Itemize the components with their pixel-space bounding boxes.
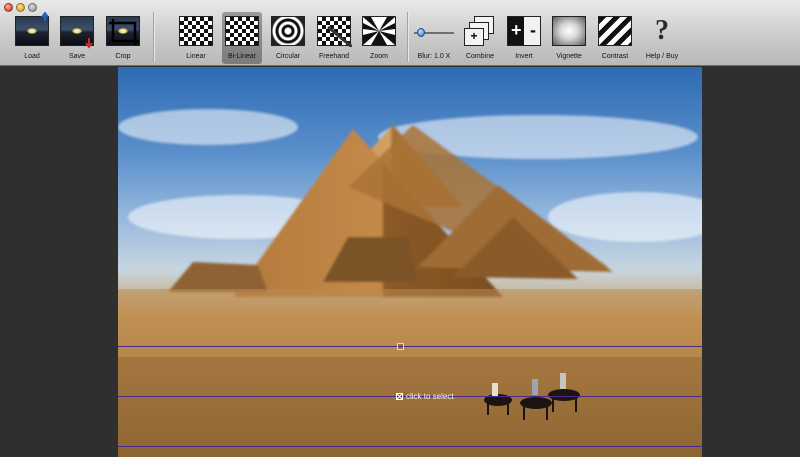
click-to-select-hint: click to select [406,392,454,401]
toolbar: Load Save Crop Linear Bi-Linear Circular… [0,0,800,66]
guide-handle-top[interactable] [397,343,404,350]
combine-icon: + [464,16,496,46]
circular-blur-button[interactable]: Circular [270,14,306,64]
blur-label: Blur: 1.0 X [417,53,451,60]
zoom-blur-button[interactable]: Zoom [361,14,397,64]
slider-thumb[interactable] [417,28,425,37]
bilinear-blur-button[interactable]: Bi-Linear [222,12,262,64]
photo-save-icon [60,16,94,49]
freehand-blur-button[interactable]: Freehand [316,14,352,64]
guide-handle-center[interactable] [396,393,403,400]
toolbar-separator [407,12,409,62]
linear-blur-button[interactable]: Linear [178,14,214,64]
contrast-icon [598,16,632,46]
load-button[interactable]: Load [14,12,50,64]
crop-label: Crop [115,53,131,60]
help-label: Help / Buy [645,53,679,60]
crop-button[interactable]: Crop [105,14,141,64]
photo-open-icon [15,12,49,46]
window-minimize-button[interactable] [16,3,25,12]
toolbar-separator [153,12,155,62]
blur-guide-line-bottom[interactable] [118,446,702,447]
bilinear-blur-icon [225,16,259,46]
circular-blur-icon [271,16,305,46]
combine-button[interactable]: + Combine [464,14,496,64]
invert-icon: + - [507,16,541,46]
blur-guide-line-top[interactable] [118,346,702,347]
help-button[interactable]: ? Help / Buy [644,14,680,64]
window-close-button[interactable] [4,3,13,12]
linear-blur-icon [179,16,213,46]
help-icon: ? [655,15,669,46]
invert-button[interactable]: + - Invert [506,14,542,64]
zoom-blur-icon [362,16,396,46]
blur-slider[interactable]: Blur: 1.0 X [414,14,454,64]
save-button[interactable]: Save [59,14,95,64]
app-window: Load Save Crop Linear Bi-Linear Circular… [0,0,800,457]
window-zoom-button[interactable] [28,3,37,12]
zoom-label: Zoom [370,53,388,60]
vignette-button[interactable]: Vignette [551,14,587,64]
contrast-button[interactable]: Contrast [597,14,633,64]
crop-icon [106,16,140,46]
vignette-icon [552,16,586,46]
freehand-blur-icon [317,16,352,47]
